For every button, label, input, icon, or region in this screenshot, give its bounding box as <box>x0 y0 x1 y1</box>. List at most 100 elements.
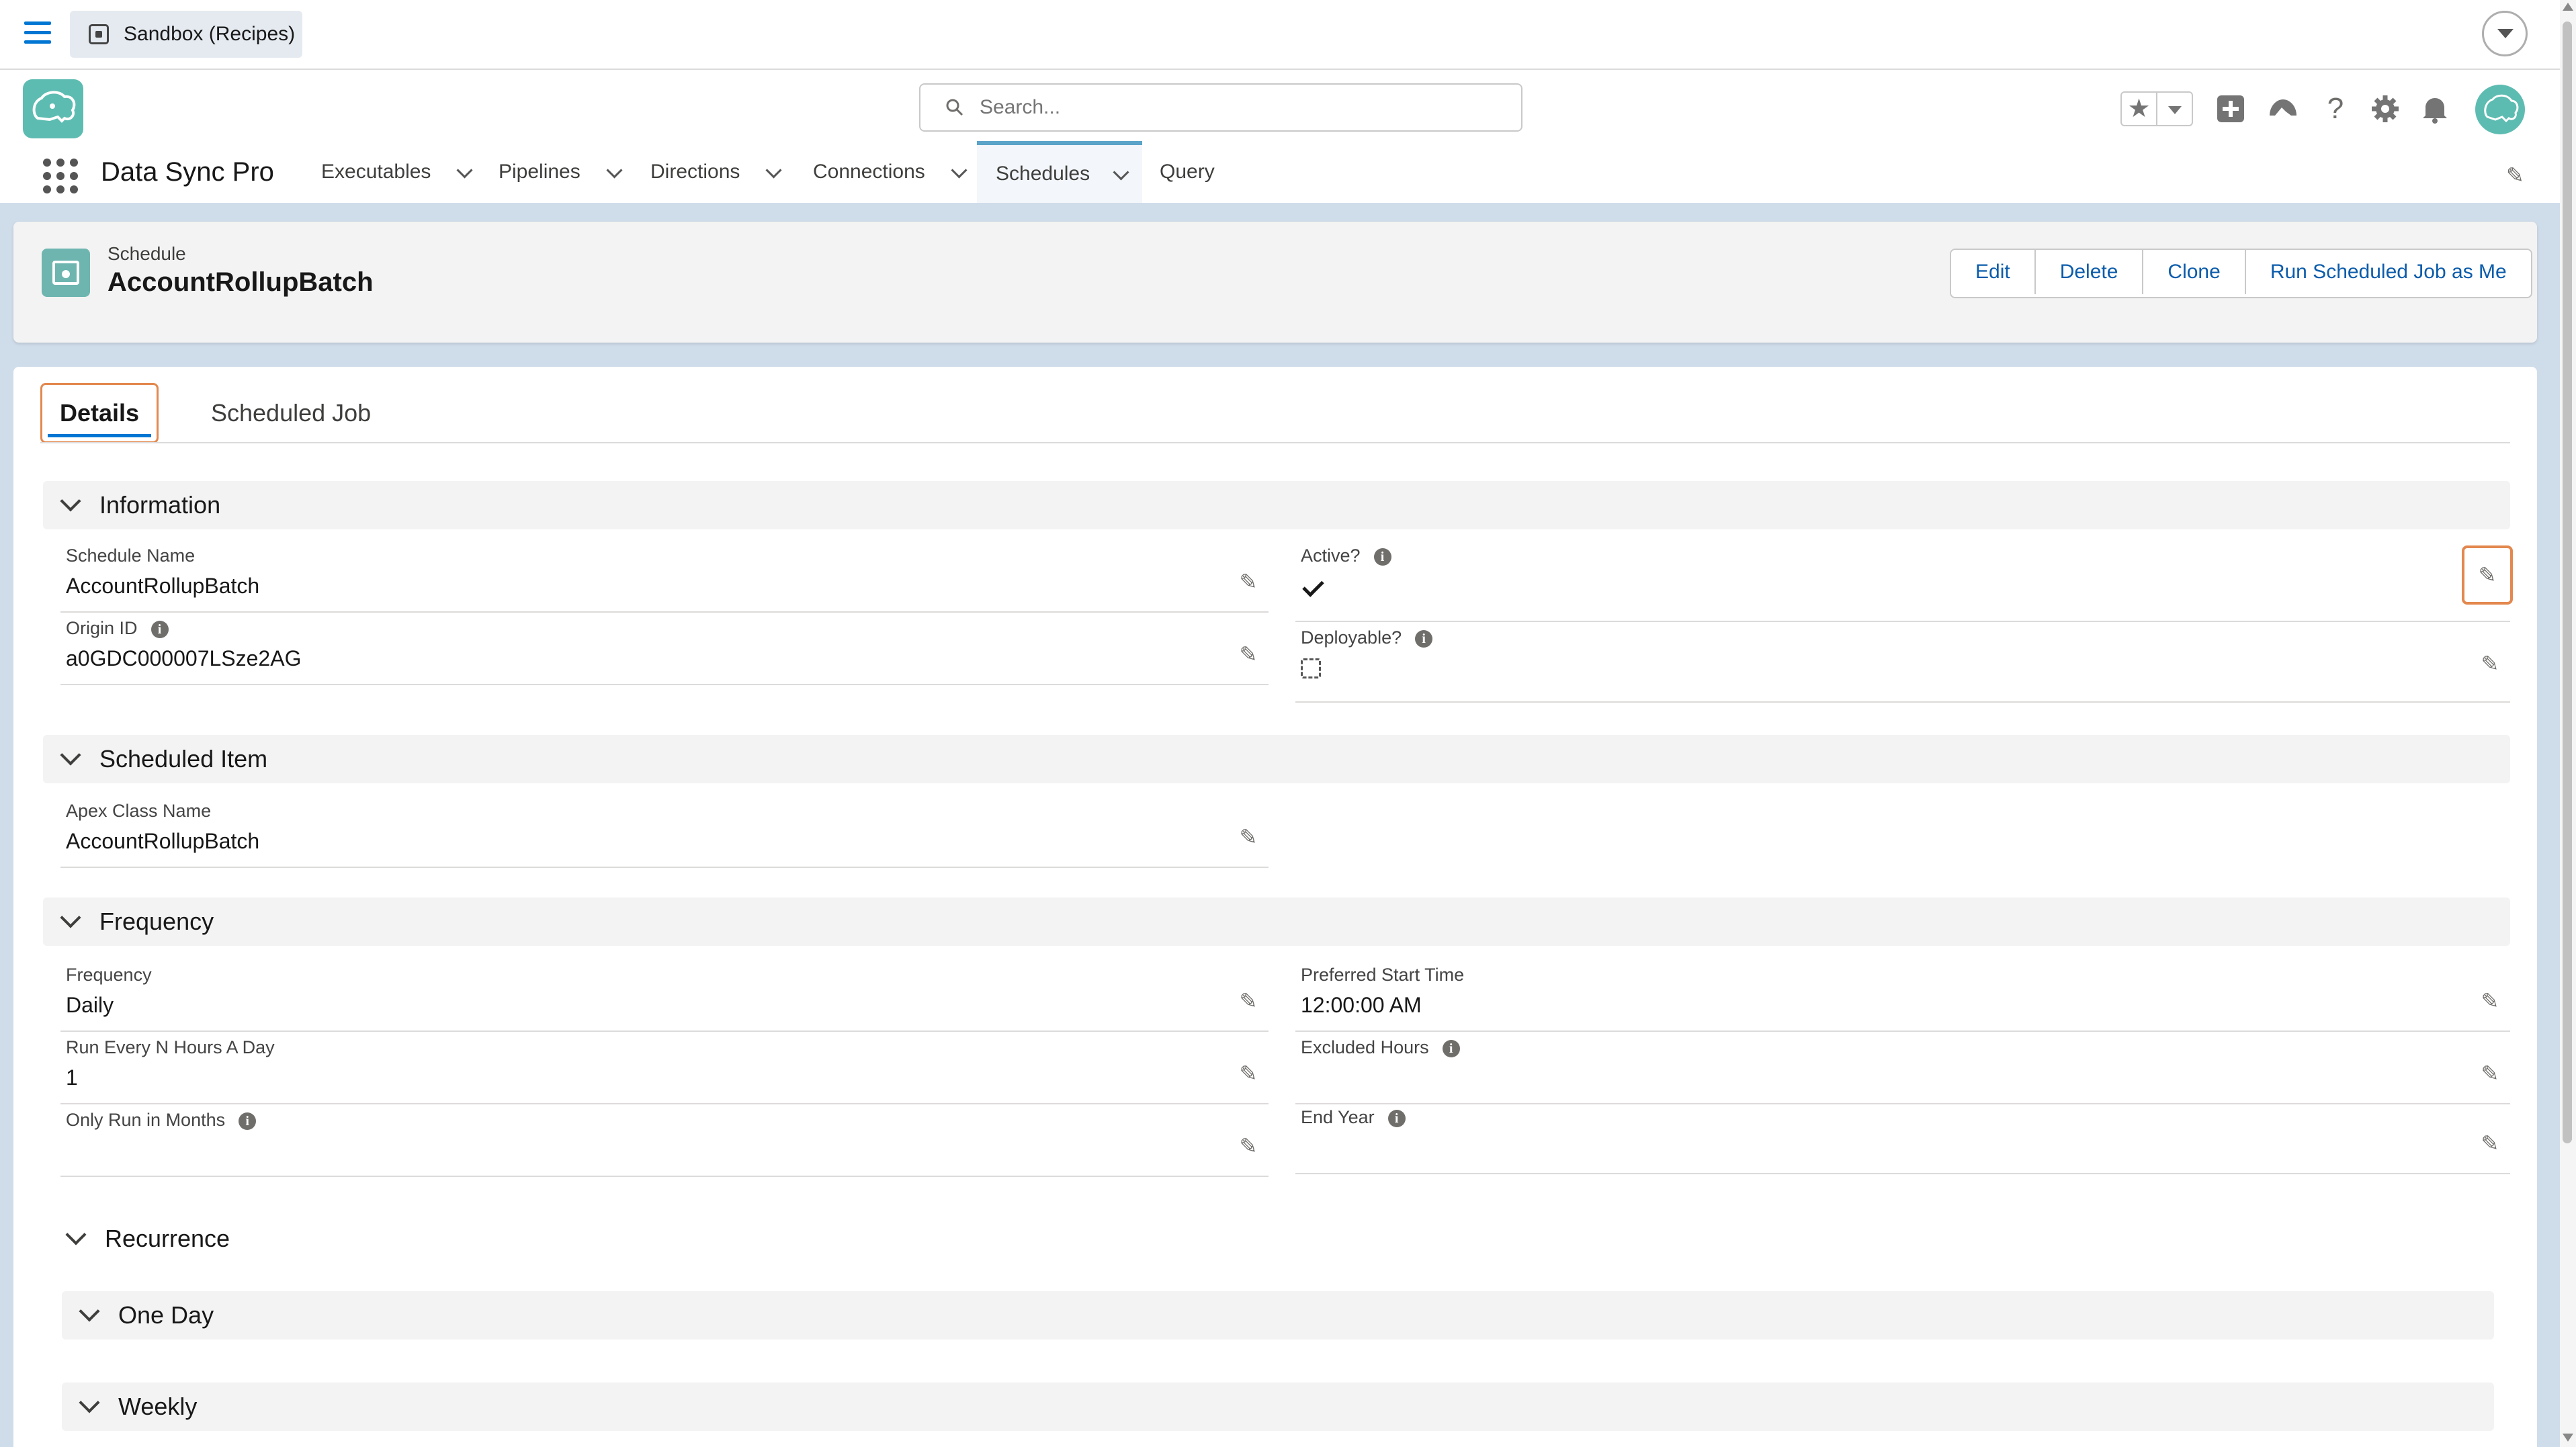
field-label: Frequency <box>66 965 152 985</box>
org-switcher[interactable]: Sandbox (Recipes) <box>70 11 302 58</box>
pencil-icon[interactable]: ✎ <box>1235 1133 1262 1159</box>
field-active: Active? i ✎ <box>1295 541 2513 622</box>
chevron-down-icon[interactable] <box>767 165 781 179</box>
add-icon[interactable] <box>2215 93 2247 125</box>
info-icon[interactable]: i <box>1373 547 1391 566</box>
info-icon[interactable]: i <box>239 1112 257 1130</box>
nav-item-label: Pipelines <box>499 161 581 183</box>
field-preferred-start-time: Preferred Start Time 12:00:00 AM ✎ <box>1295 961 2510 1032</box>
nav-item-label: Directions <box>650 161 740 183</box>
field-value: a0GDC000007LSze2AG <box>66 646 302 670</box>
star-icon[interactable]: ★ <box>2122 93 2157 125</box>
field-apex-class-name: Apex Class Name AccountRollupBatch ✎ <box>60 797 1269 868</box>
chevron-down-icon[interactable] <box>458 165 472 179</box>
nav-item-pipelines[interactable]: Pipelines <box>499 141 622 203</box>
section-frequency[interactable]: Frequency <box>43 897 2510 946</box>
info-icon[interactable]: i <box>1387 1109 1406 1127</box>
field-label: Schedule Name <box>66 545 196 566</box>
pencil-icon[interactable]: ✎ <box>1235 824 1262 850</box>
trailhead-icon[interactable] <box>2267 93 2299 125</box>
gear-icon[interactable] <box>2369 93 2401 125</box>
run-scheduled-job-button[interactable]: Run Scheduled Job as Me <box>2245 250 2531 294</box>
section-information[interactable]: Information <box>43 481 2510 529</box>
field-value: Daily <box>66 993 114 1017</box>
field-label: Excluded Hours i <box>1301 1037 1460 1058</box>
menu-icon[interactable] <box>24 21 51 46</box>
scrollbar-thumb[interactable] <box>2563 21 2572 1143</box>
chevron-down-icon[interactable] <box>81 1395 95 1410</box>
section-weekly[interactable]: Weekly <box>62 1383 2494 1431</box>
field-label: Apex Class Name <box>66 801 212 821</box>
nav-item-label: Connections <box>813 161 925 183</box>
field-label: Only Run in Months i <box>66 1110 257 1131</box>
pencil-icon[interactable]: ✎ <box>2477 988 2503 1014</box>
section-title: One Day <box>118 1301 214 1329</box>
nav-item-label: Schedules <box>996 163 1090 185</box>
nav-item-schedules[interactable]: Schedules <box>977 141 1142 203</box>
dropdown-icon[interactable] <box>2482 11 2528 56</box>
chevron-down-icon[interactable] <box>1114 167 1129 181</box>
record-header: Schedule AccountRollupBatch Edit Delete … <box>13 222 2537 343</box>
nav-item-query[interactable]: Query <box>1160 141 1215 203</box>
field-excluded-hours: Excluded Hours i ✎ <box>1295 1033 2510 1104</box>
pencil-icon[interactable]: ✎ <box>1235 641 1262 668</box>
app-launcher-icon[interactable] <box>43 159 78 193</box>
page-scrollbar[interactable] <box>2560 0 2576 1447</box>
info-icon[interactable]: i <box>1442 1039 1460 1057</box>
field-label: Run Every N Hours A Day <box>66 1037 275 1057</box>
section-one-day[interactable]: One Day <box>62 1291 2494 1340</box>
chevron-down-icon[interactable] <box>62 494 77 509</box>
schedule-icon <box>42 249 90 297</box>
chevron-down-icon[interactable] <box>952 165 967 179</box>
global-search[interactable] <box>919 83 1522 132</box>
app-navigation: Data Sync Pro Executables Pipelines Dire… <box>0 141 2560 207</box>
chevron-down-icon[interactable] <box>2157 93 2192 125</box>
chevron-down-icon[interactable] <box>607 165 622 179</box>
nav-item-executables[interactable]: Executables <box>321 141 472 203</box>
pencil-icon[interactable]: ✎ <box>1235 988 1262 1014</box>
chevron-down-icon[interactable] <box>62 910 77 925</box>
favorites-group[interactable]: ★ <box>2120 91 2193 126</box>
section-scheduled-item[interactable]: Scheduled Item <box>43 735 2510 783</box>
delete-button[interactable]: Delete <box>2035 250 2144 294</box>
edit-nav-icon[interactable]: ✎ <box>2506 163 2524 188</box>
scroll-up-icon[interactable] <box>2563 3 2573 11</box>
avatar[interactable] <box>2475 85 2525 134</box>
section-title: Scheduled Item <box>99 745 268 773</box>
info-icon[interactable]: i <box>151 620 169 638</box>
record-detail-card: Details Scheduled Job Information Schedu… <box>13 367 2537 1447</box>
pencil-icon[interactable]: ✎ <box>2477 1130 2503 1157</box>
pencil-icon[interactable]: ✎ <box>1235 1060 1262 1087</box>
field-label: Preferred Start Time <box>1301 965 1465 985</box>
help-icon[interactable]: ? <box>2319 93 2352 125</box>
clone-button[interactable]: Clone <box>2143 250 2246 294</box>
field-value: AccountRollupBatch <box>66 574 260 598</box>
org-label: Sandbox (Recipes) <box>124 23 296 45</box>
search-input[interactable] <box>978 95 1492 120</box>
tab-details[interactable]: Details <box>40 383 159 443</box>
nav-item-label: Query <box>1160 161 1215 183</box>
edit-button[interactable]: Edit <box>1951 250 2036 294</box>
pencil-icon[interactable]: ✎ <box>2462 545 2513 605</box>
nav-item-connections[interactable]: Connections <box>813 141 967 203</box>
chevron-down-icon[interactable] <box>81 1304 95 1319</box>
pencil-icon[interactable]: ✎ <box>2477 1060 2503 1087</box>
tab-scheduled-job[interactable]: Scheduled Job <box>211 399 371 427</box>
section-title: Recurrence <box>105 1225 230 1252</box>
chevron-down-icon[interactable] <box>62 748 77 762</box>
scroll-down-icon[interactable] <box>2563 1434 2573 1442</box>
section-recurrence[interactable]: Recurrence <box>48 1215 2507 1263</box>
field-run-every-n-hours: Run Every N Hours A Day 1 ✎ <box>60 1033 1269 1104</box>
chevron-down-icon[interactable] <box>67 1227 82 1242</box>
nav-item-directions[interactable]: Directions <box>650 141 781 203</box>
section-title: Frequency <box>99 908 214 935</box>
bell-icon[interactable] <box>2419 93 2451 125</box>
pencil-icon[interactable]: ✎ <box>1235 568 1262 595</box>
checkmark-icon <box>1302 576 1324 598</box>
pencil-icon[interactable]: ✎ <box>2477 650 2503 677</box>
field-deployable: Deployable? i ✎ <box>1295 623 2510 703</box>
info-icon[interactable]: i <box>1415 629 1433 648</box>
field-only-run-in-months: Only Run in Months i ✎ <box>60 1106 1269 1177</box>
field-origin-id: Origin ID i a0GDC000007LSze2AG ✎ <box>60 614 1269 685</box>
record-type: Schedule <box>108 243 186 264</box>
